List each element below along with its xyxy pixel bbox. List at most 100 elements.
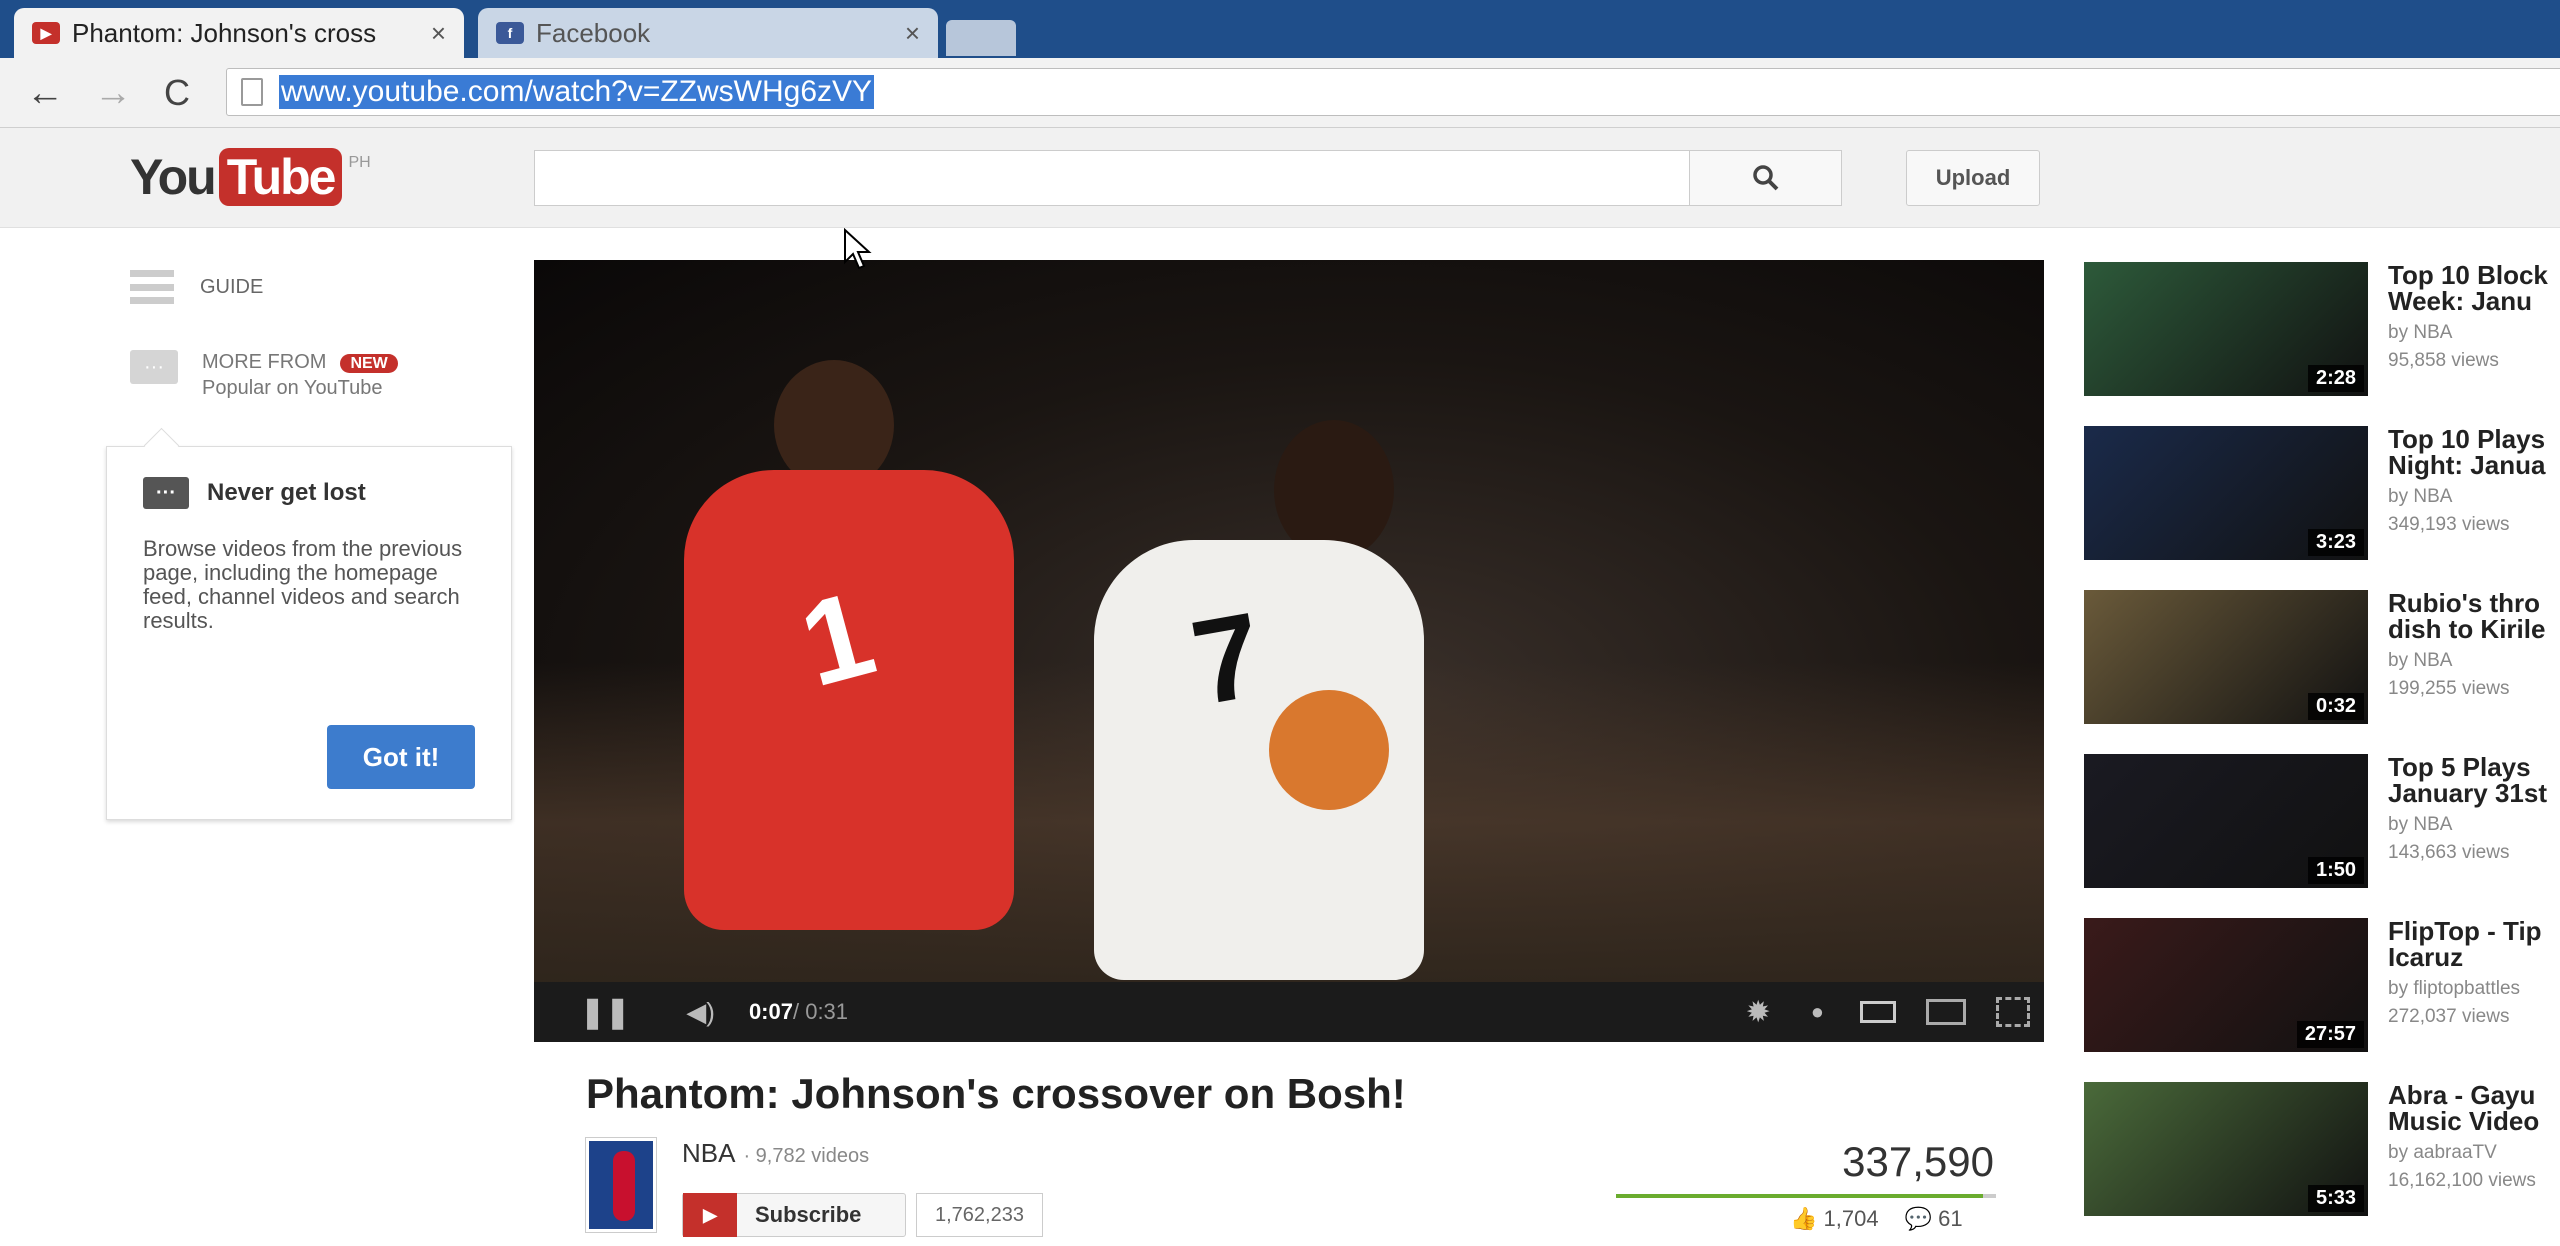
video-duration: 3:23 xyxy=(2307,529,2364,556)
logo-tube: Tube xyxy=(218,148,343,206)
search-button[interactable] xyxy=(1690,150,1842,206)
related-views: 349,193 views xyxy=(2388,514,2510,535)
mouse-cursor-icon xyxy=(844,228,872,270)
video-duration: 5:33 xyxy=(2307,1185,2364,1212)
logo-region: PH xyxy=(348,154,371,171)
browser-toolbar: ← → C www.youtube.com/watch?v=ZZwsWHg6zV… xyxy=(0,58,2560,128)
duration: / 0:31 xyxy=(792,999,849,1024)
youtube-icon: ▶ xyxy=(32,22,60,44)
new-tab-button[interactable] xyxy=(946,20,1016,56)
more-from-label: MORE FROM xyxy=(202,351,327,373)
small-player-icon[interactable] xyxy=(1860,1001,1896,1023)
like-button[interactable]: 👍 1,704 xyxy=(1790,1206,1879,1232)
upload-button[interactable]: Upload xyxy=(1906,150,2040,206)
related-video-item[interactable]: 5:33 Abra - Gayu Music Video by aabraaTV 16,… xyxy=(2084,1082,2560,1216)
youtube-logo[interactable]: You Tube PH xyxy=(130,148,371,206)
video-thumbnail[interactable]: 3:23 xyxy=(2084,426,2368,560)
dislike-button[interactable]: 💬 61 xyxy=(1905,1206,1963,1232)
more-icon: ··· xyxy=(143,477,189,509)
related-title-line1[interactable]: FlipTop - Tip xyxy=(2388,918,2560,944)
related-title-line1[interactable]: Top 10 Block xyxy=(2388,262,2560,288)
related-video-item[interactable]: 2:28 Top 10 Block Week: Janu by NBA 95,858 v… xyxy=(2084,262,2560,396)
sentiment-fill xyxy=(1616,1194,1983,1198)
related-title-line2[interactable]: Music Video xyxy=(2388,1108,2560,1134)
logo-you: You xyxy=(130,149,217,205)
comment-icon: 💬 xyxy=(1904,1206,1932,1231)
video-thumbnail[interactable]: 1:50 xyxy=(2084,754,2368,888)
settings-gear-icon[interactable]: ✹ xyxy=(1746,995,1771,1030)
url-text[interactable]: www.youtube.com/watch?v=ZZwsWHg6zVY xyxy=(279,75,875,109)
related-views: 143,663 views xyxy=(2388,842,2510,863)
related-uploader[interactable]: by fliptopbattles xyxy=(2388,978,2560,1000)
related-views: 16,162,100 views xyxy=(2388,1170,2536,1191)
page-icon xyxy=(241,78,263,106)
related-uploader[interactable]: by NBA xyxy=(2388,650,2560,672)
related-views: 199,255 views xyxy=(2388,678,2510,699)
guide-toggle[interactable]: GUIDE xyxy=(130,270,263,304)
tab-title: Facebook xyxy=(536,17,651,48)
video-thumbnail[interactable]: 27:57 xyxy=(2084,918,2368,1052)
youtube-header: You Tube PH Upload xyxy=(0,128,2560,228)
more-from-item[interactable]: ··· MORE FROM NEW Popular on YouTube xyxy=(130,350,398,400)
related-title-line2[interactable]: Icaruz xyxy=(2388,944,2560,970)
video-thumbnail[interactable]: 5:33 xyxy=(2084,1082,2368,1216)
related-title-line2[interactable]: Week: Janu xyxy=(2388,288,2560,314)
like-dislike-counts: 👍 1,704 💬 61 xyxy=(1790,1206,1963,1232)
related-video-item[interactable]: 27:57 FlipTop - Tip Icaruz by fliptopbattle… xyxy=(2084,918,2560,1052)
tooltip-body: Browse videos from the previous page, in… xyxy=(143,536,463,633)
video-duration: 2:28 xyxy=(2307,365,2364,392)
close-icon[interactable]: × xyxy=(431,18,446,49)
sentiment-bar xyxy=(1616,1194,1996,1198)
channel-name[interactable]: NBA xyxy=(682,1138,735,1168)
video-frame[interactable]: 1 7 xyxy=(534,260,2044,982)
close-icon[interactable]: × xyxy=(905,18,920,49)
back-arrow-icon[interactable]: ← xyxy=(26,72,64,115)
tab-title: Phantom: Johnson's cross xyxy=(72,17,377,48)
video-thumbnail[interactable]: 2:28 xyxy=(2084,262,2368,396)
large-player-icon[interactable] xyxy=(1926,999,1966,1025)
related-title-line2[interactable]: Night: Janua xyxy=(2388,452,2560,478)
forward-arrow-icon[interactable]: → xyxy=(94,72,132,115)
search-input[interactable] xyxy=(534,150,1690,206)
annotations-icon[interactable]: ● xyxy=(1811,999,1824,1025)
related-title-line1[interactable]: Top 5 Plays xyxy=(2388,754,2560,780)
search-icon xyxy=(1752,165,1778,191)
related-uploader[interactable]: by NBA xyxy=(2388,322,2560,344)
guide-tooltip: ··· Never get lost Browse videos from th… xyxy=(106,446,512,820)
related-uploader[interactable]: by NBA xyxy=(2388,814,2560,836)
search-bar xyxy=(534,150,1842,206)
reload-icon[interactable]: C xyxy=(164,72,190,114)
view-count: 337,590 xyxy=(1842,1138,1994,1185)
popular-label: Popular on YouTube xyxy=(202,377,383,399)
tab-facebook[interactable]: f Facebook × xyxy=(478,8,938,58)
related-title-line2[interactable]: dish to Kirile xyxy=(2388,616,2560,642)
channel-avatar[interactable] xyxy=(585,1137,657,1233)
related-views: 272,037 views xyxy=(2388,1006,2510,1027)
video-duration: 1:50 xyxy=(2307,857,2364,884)
channel-video-count[interactable]: · 9,782 videos xyxy=(743,1145,869,1167)
related-video-item[interactable]: 1:50 Top 5 Plays January 31st by NBA 143,663… xyxy=(2084,754,2560,888)
fullscreen-icon[interactable] xyxy=(1996,997,2030,1027)
youtube-icon: ▶ xyxy=(683,1193,737,1237)
related-uploader[interactable]: by aabraaTV xyxy=(2388,1142,2560,1164)
got-it-button[interactable]: Got it! xyxy=(327,725,475,789)
address-bar[interactable]: www.youtube.com/watch?v=ZZwsWHg6zVY xyxy=(226,68,2560,116)
related-title-line1[interactable]: Rubio's thro xyxy=(2388,590,2560,616)
related-video-item[interactable]: 3:23 Top 10 Plays Night: Janua by NBA 349,19… xyxy=(2084,426,2560,560)
more-icon: ··· xyxy=(130,350,178,384)
basketball xyxy=(1269,690,1389,810)
volume-icon[interactable]: ◀) xyxy=(686,997,715,1028)
tab-youtube[interactable]: ▶ Phantom: Johnson's cross × xyxy=(14,8,464,58)
subscribe-button[interactable]: ▶ Subscribe xyxy=(682,1193,906,1237)
channel-info: NBA · 9,782 videos ▶ Subscribe 1,762,233 xyxy=(585,1137,1043,1237)
like-count: 1,704 xyxy=(1823,1206,1879,1231)
related-title-line1[interactable]: Top 10 Plays xyxy=(2388,426,2560,452)
pause-icon[interactable]: ❚❚ xyxy=(580,995,630,1030)
video-thumbnail[interactable]: 0:32 xyxy=(2084,590,2368,724)
related-video-item[interactable]: 0:32 Rubio's thro dish to Kirile by NBA 199,… xyxy=(2084,590,2560,724)
video-player[interactable]: 1 7 ❚❚ ◀) 0:07 / 0:31 ✹ ● xyxy=(534,260,2044,1042)
related-title-line2[interactable]: January 31st xyxy=(2388,780,2560,806)
related-uploader[interactable]: by NBA xyxy=(2388,486,2560,508)
related-title-line1[interactable]: Abra - Gayu xyxy=(2388,1082,2560,1108)
player-white-head xyxy=(1274,420,1394,560)
